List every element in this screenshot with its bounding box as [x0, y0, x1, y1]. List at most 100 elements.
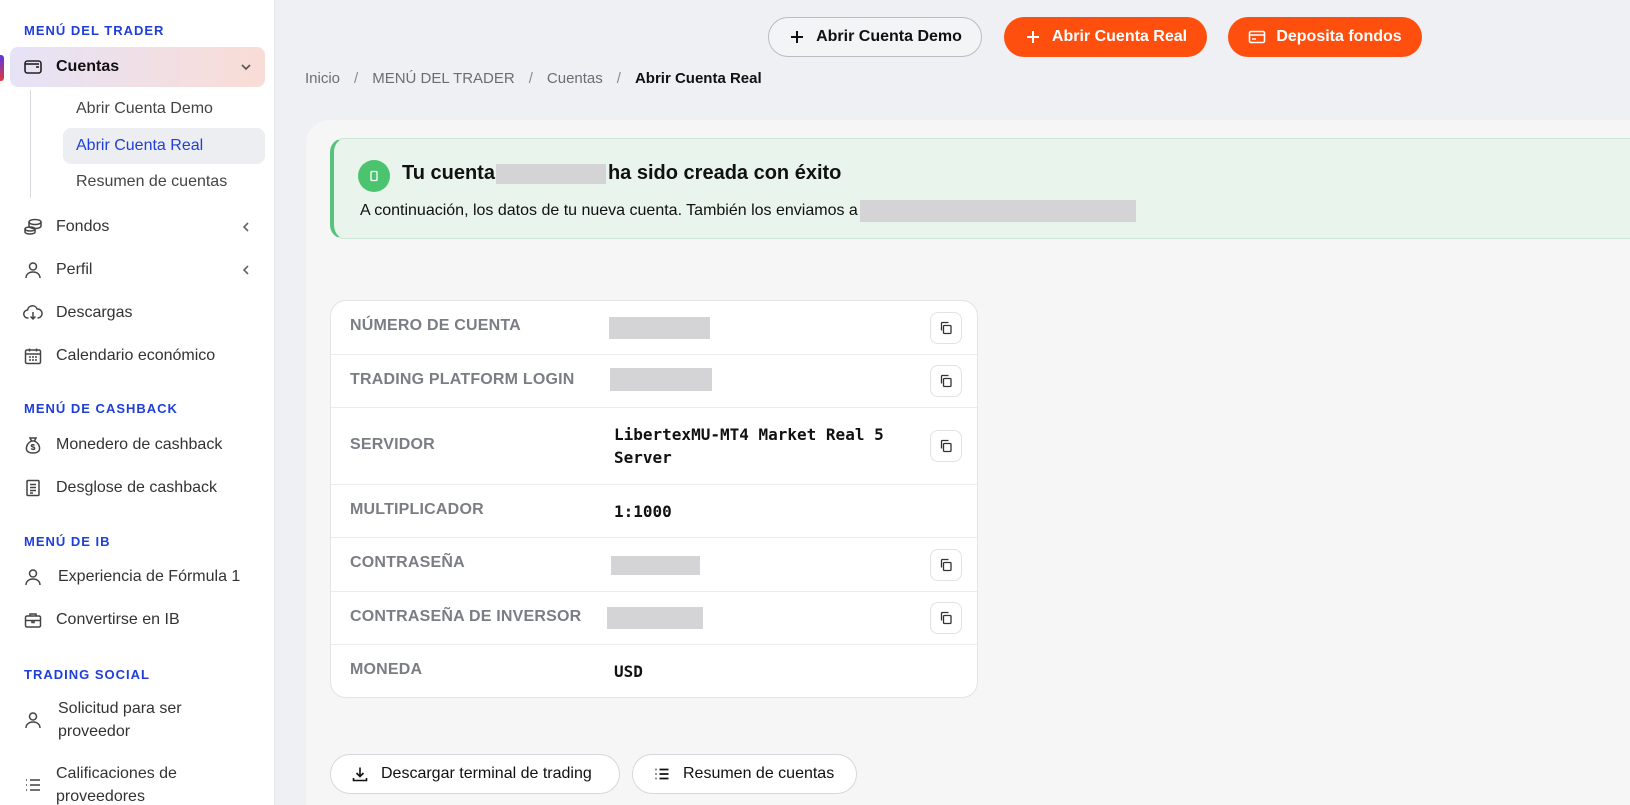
server-value: LibertexMU-MT4 Market Real 5 Server — [614, 425, 884, 467]
breadcrumb-item-current: Abrir Cuenta Real — [634, 70, 762, 87]
redacted-value — [607, 607, 703, 629]
plus-icon — [788, 28, 806, 46]
sidebar-item-label: Calendario económico — [56, 347, 216, 364]
open-demo-account-button[interactable]: Abrir Cuenta Demo — [768, 17, 982, 57]
sidebar: MENÚ DEL TRADER Cuentas Abrir Cuenta Dem… — [0, 0, 275, 805]
sidebar-item-fondos[interactable]: Fondos — [10, 207, 265, 247]
user-icon — [22, 259, 44, 281]
cloud-download-icon — [22, 302, 44, 324]
calendar-icon — [22, 345, 44, 367]
sidebar-item-label: Descargas — [56, 304, 133, 321]
active-marker — [0, 55, 4, 81]
detail-label: MULTIPLICADOR — [350, 501, 484, 518]
chevron-down-icon[interactable] — [237, 58, 255, 76]
briefcase-icon — [22, 609, 44, 631]
chevron-left-icon[interactable] — [237, 218, 255, 236]
detail-row-password: CONTRASEÑA — [331, 538, 977, 592]
redacted-email — [859, 200, 1136, 222]
wallet-icon — [22, 56, 44, 78]
detail-label: SERVIDOR — [350, 436, 435, 453]
success-title: Tu cuenta ha sido creada con éxito — [402, 162, 841, 185]
success-banner: Tu cuenta ha sido creada con éxito A con… — [330, 138, 1630, 239]
download-terminal-button[interactable]: Descargar terminal de trading — [330, 754, 620, 794]
breadcrumb-separator: / — [354, 70, 359, 87]
coins-icon — [22, 216, 44, 238]
detail-row-multiplier: MULTIPLICADOR 1:1000 — [331, 485, 977, 538]
breadcrumb-item-menu[interactable]: MENÚ DEL TRADER — [372, 70, 515, 87]
download-icon — [351, 765, 369, 783]
section-title-ib: MENÚ DE IB — [24, 534, 111, 549]
credit-card-icon — [1248, 28, 1266, 46]
list-icon — [653, 765, 671, 783]
sidebar-item-descargas[interactable]: Descargas — [10, 293, 265, 333]
sidebar-subitem-demo[interactable]: Abrir Cuenta Demo — [63, 91, 265, 127]
detail-row-currency: MONEDA USD — [331, 645, 977, 697]
sidebar-item-calificaciones[interactable]: Calificaciones de proveedores — [10, 761, 265, 805]
detail-label: MONEDA — [350, 661, 423, 678]
breadcrumb-separator: / — [616, 70, 621, 87]
sidebar-item-perfil[interactable]: Perfil — [10, 250, 265, 290]
detail-label: CONTRASEÑA — [350, 554, 465, 571]
account-details-card: NÚMERO DE CUENTA TRADING PLATFORM LOGIN … — [330, 300, 978, 698]
multiplier-value: 1:1000 — [614, 502, 672, 521]
section-title-cashback: MENÚ DE CASHBACK — [24, 401, 178, 416]
copy-icon[interactable] — [930, 312, 962, 344]
receipt-icon — [22, 477, 44, 499]
sidebar-item-label: Calificaciones de proveedores — [56, 765, 177, 805]
sidebar-item-solicitud-proveedor[interactable]: Solicitud para ser proveedor — [10, 696, 265, 744]
sidebar-item-label: Desglose de cashback — [56, 479, 217, 496]
button-label: Resumen de cuentas — [683, 765, 835, 782]
breadcrumb-item-cuentas[interactable]: Cuentas — [547, 70, 603, 87]
detail-row-account-number: NÚMERO DE CUENTA — [331, 301, 977, 355]
detail-row-server: SERVIDOR LibertexMU-MT4 Market Real 5 Se… — [331, 408, 977, 485]
success-check-icon — [358, 160, 390, 192]
section-title-social: TRADING SOCIAL — [24, 667, 150, 682]
money-bag-icon — [22, 434, 44, 456]
button-label: Abrir Cuenta Demo — [816, 28, 962, 45]
breadcrumb-item-inicio[interactable]: Inicio — [305, 70, 340, 87]
sidebar-item-label: Perfil — [56, 261, 93, 278]
user-icon — [22, 566, 44, 588]
detail-label: TRADING PLATFORM LOGIN — [350, 371, 575, 388]
success-title-prefix: Tu cuenta — [402, 162, 495, 184]
sidebar-item-calendario[interactable]: Calendario económico — [10, 336, 265, 376]
success-title-suffix: ha sido creada con éxito — [607, 162, 842, 184]
plus-icon — [1024, 28, 1042, 46]
success-message-text: A continuación, los datos de tu nueva cu… — [360, 202, 858, 219]
sidebar-item-formula1[interactable]: Experiencia de Fórmula 1 — [10, 557, 265, 597]
sidebar-item-label: Fondos — [56, 218, 110, 235]
sidebar-item-desglose[interactable]: Desglose de cashback — [10, 468, 265, 508]
copy-icon[interactable] — [930, 549, 962, 581]
success-message: A continuación, los datos de tu nueva cu… — [360, 200, 1136, 222]
sidebar-item-convertirse-ib[interactable]: Convertirse en IB — [10, 600, 265, 640]
sidebar-item-label: Convertirse en IB — [56, 611, 180, 628]
copy-icon[interactable] — [930, 430, 962, 462]
open-real-account-button[interactable]: Abrir Cuenta Real — [1004, 17, 1207, 57]
deposit-funds-button[interactable]: Deposita fondos — [1228, 17, 1422, 57]
sidebar-item-label: Solicitud para ser proveedor — [58, 700, 182, 740]
copy-icon[interactable] — [930, 365, 962, 397]
sidebar-item-label: Experiencia de Fórmula 1 — [58, 568, 241, 585]
button-label: Deposita fondos — [1276, 28, 1402, 45]
redacted-value — [610, 368, 712, 391]
sidebar-subitem-real[interactable]: Abrir Cuenta Real — [63, 128, 265, 164]
sidebar-item-label: Monedero de cashback — [56, 436, 223, 453]
sidebar-item-label: Cuentas — [56, 58, 120, 75]
submenu-line — [30, 90, 31, 198]
sidebar-subitem-resumen[interactable]: Resumen de cuentas — [63, 164, 265, 200]
section-title-trader: MENÚ DEL TRADER — [24, 23, 165, 38]
detail-row-investor-password: CONTRASEÑA DE INVERSOR — [331, 592, 977, 645]
detail-label: NÚMERO DE CUENTA — [350, 317, 521, 334]
detail-row-platform-login: TRADING PLATFORM LOGIN — [331, 355, 977, 408]
accounts-summary-button[interactable]: Resumen de cuentas — [632, 754, 857, 794]
copy-icon[interactable] — [930, 602, 962, 634]
sidebar-item-monedero[interactable]: Monedero de cashback — [10, 425, 265, 465]
breadcrumb-separator: / — [528, 70, 533, 87]
sidebar-item-cuentas[interactable]: Cuentas — [10, 47, 265, 87]
chevron-left-icon[interactable] — [237, 261, 255, 279]
user-icon — [22, 709, 44, 731]
button-label: Descargar terminal de trading — [381, 765, 592, 782]
detail-label: CONTRASEÑA DE INVERSOR — [350, 608, 582, 625]
redacted-account-number — [495, 163, 606, 184]
redacted-value — [609, 317, 710, 339]
